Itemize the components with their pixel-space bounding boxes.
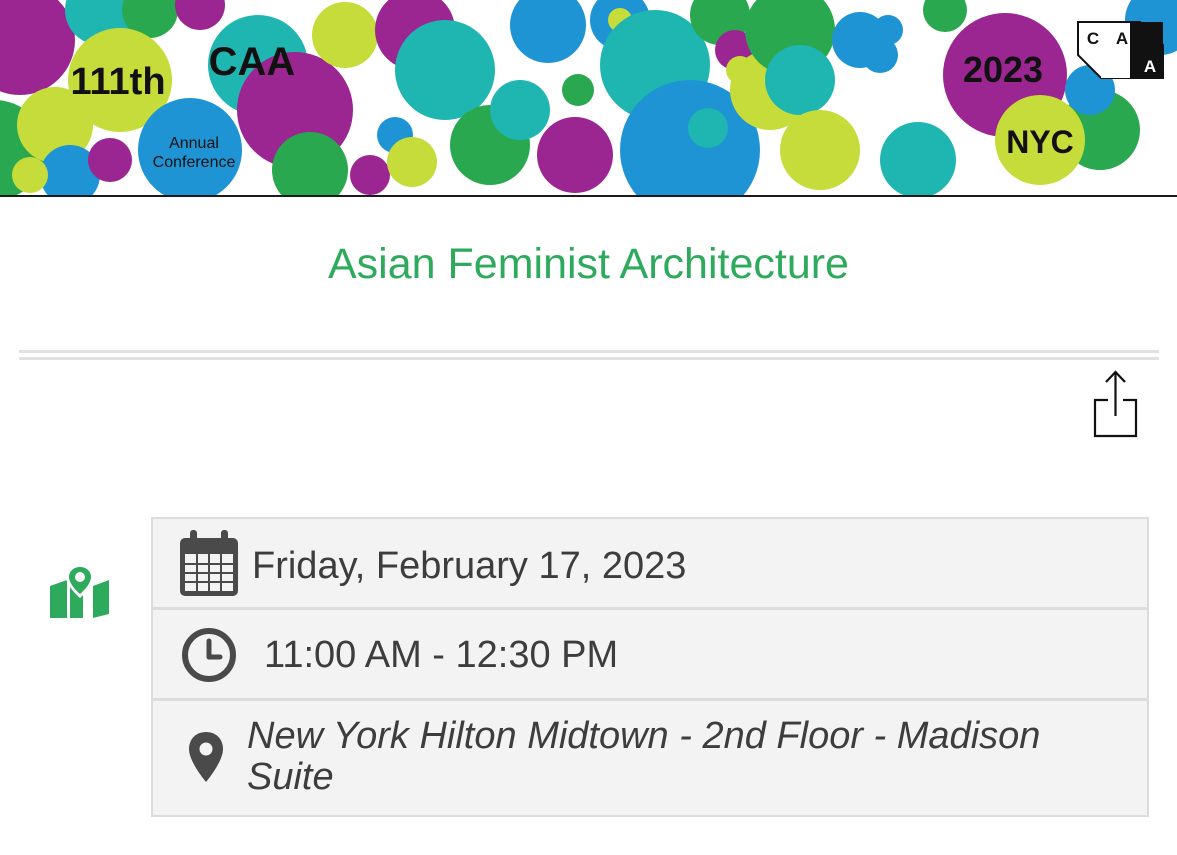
banner-edition: 111th <box>70 61 165 103</box>
event-date: Friday, February 17, 2023 <box>252 545 687 587</box>
title-divider-bottom <box>19 357 1159 360</box>
title-divider-top <box>19 350 1159 353</box>
banner-city: NYC <box>1006 124 1074 160</box>
location-pin-icon <box>189 732 223 782</box>
logo-letter-a1: A <box>1116 29 1128 48</box>
banner-year: 2023 <box>963 49 1043 90</box>
banner-subtitle-1: Annual <box>169 135 219 152</box>
event-location[interactable]: New York Hilton Midtown - 2nd Floor - Ma… <box>247 716 1040 798</box>
location-row: New York Hilton Midtown - 2nd Floor - Ma… <box>153 701 1147 815</box>
clock-icon <box>182 628 236 682</box>
event-details-panel: Friday, February 17, 2023 11:00 AM - 12:… <box>151 517 1149 817</box>
map-icon <box>50 564 109 618</box>
event-location-line-1: New York Hilton Midtown - 2nd Floor - Ma… <box>247 715 1041 757</box>
share-icon <box>1093 370 1138 438</box>
calendar-icon <box>180 530 238 596</box>
banner-divider <box>0 195 1177 197</box>
map-button[interactable] <box>47 562 113 620</box>
banner-org: CAA <box>209 40 296 84</box>
event-title: Asian Feminist Architecture <box>328 240 849 288</box>
logo-letter-c: C <box>1087 29 1099 48</box>
event-location-line-2: Suite <box>247 756 334 798</box>
conference-banner: 111th CAA Annual Conference 2023 NYC C A… <box>0 0 1177 196</box>
time-row: 11:00 AM - 12:30 PM <box>153 610 1147 698</box>
banner-subtitle-2: Conference <box>153 154 236 171</box>
logo-letter-a2: A <box>1144 57 1156 76</box>
event-time: 11:00 AM - 12:30 PM <box>264 634 619 676</box>
share-button[interactable] <box>1090 368 1142 440</box>
date-row: Friday, February 17, 2023 <box>153 519 1147 607</box>
